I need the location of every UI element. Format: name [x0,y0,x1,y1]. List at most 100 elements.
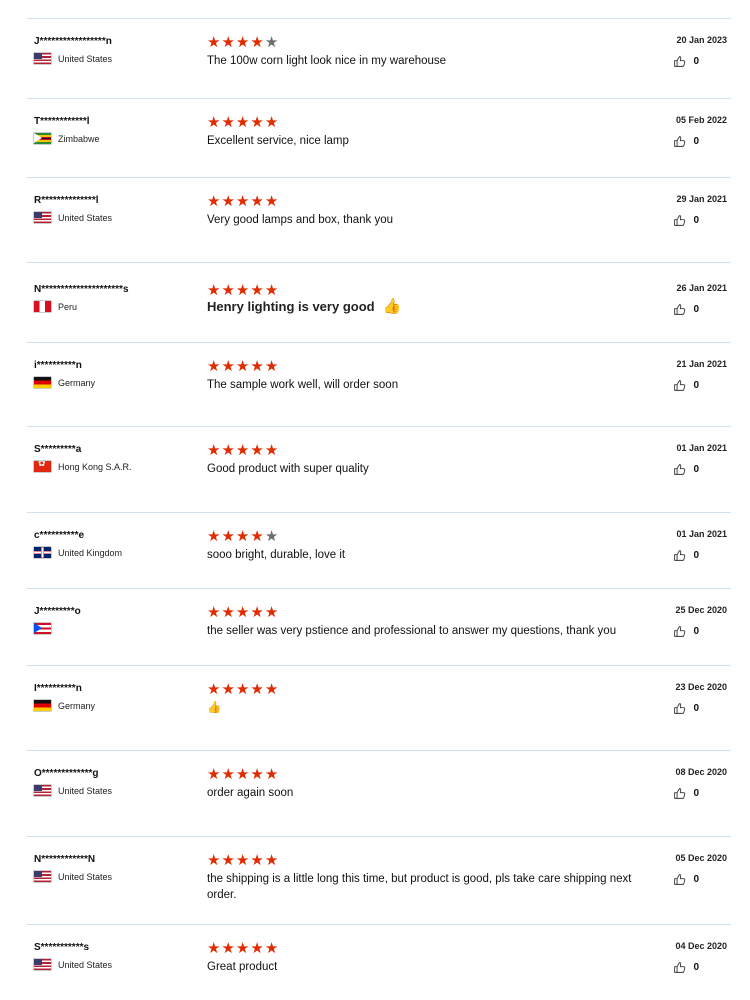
review-comment-text: 👍 [207,702,222,714]
thumbs-up-outline-icon[interactable] [673,873,686,886]
thumbs-up-outline-icon[interactable] [673,961,686,974]
reviewer-name: S***********s [34,942,90,953]
reviewer-name: O*************g [34,768,99,779]
star-filled-icon: ★ [235,604,250,621]
review-comment: order again soon [207,785,647,801]
review-comment-text: the shipping is a little long this time,… [207,873,632,901]
star-filled-icon: ★ [207,681,221,698]
star-filled-icon: ★ [221,442,235,459]
reviewer-country: United Kingdom [34,547,122,558]
thumbs-up-outline-icon[interactable] [673,787,686,800]
star-rating: ★ ★ ★ ★ ★ [207,193,279,210]
like-button[interactable]: 0 [673,961,699,974]
star-rating: ★ ★ ★ ★ ★ [207,940,278,957]
like-button[interactable]: 0 [673,135,699,148]
star-filled-icon: ★ [221,34,235,51]
thumbs-up-outline-icon[interactable] [673,702,686,715]
like-button[interactable]: 0 [673,787,699,800]
review-date: 01 Jan 2021 [676,443,727,453]
review-item: J*********o ★ ★ ★ ★ ★ the seller was very ps… [27,588,731,665]
star-filled-icon: ★ [250,852,264,869]
review-date: 20 Jan 2023 [676,35,727,45]
country-name: United States [58,959,113,970]
like-button[interactable]: 0 [673,873,699,886]
like-count: 0 [693,874,699,885]
star-filled-icon: ★ [264,282,279,299]
like-count: 0 [693,380,699,391]
star-filled-icon: ★ [207,442,221,459]
star-rating: ★ ★ ★ ★ ★ [207,358,279,375]
star-filled-icon: ★ [250,940,264,957]
like-button[interactable]: 0 [673,702,699,715]
review-date: 04 Dec 2020 [675,941,727,951]
review-comment: The 100w corn light look nice in my ware… [207,53,647,69]
star-filled-icon: ★ [221,604,235,621]
star-filled-icon: ★ [235,852,250,869]
review-comment: the seller was very pstience and profess… [207,623,647,639]
reviewer-name: S*********a [34,444,82,455]
thumbs-up-outline-icon[interactable] [673,625,686,638]
star-rating: ★ ★ ★ ★ ★ [207,528,279,545]
reviewer-country: Hong Kong S.A.R. [34,461,132,472]
country-name: United States [58,785,113,796]
star-filled-icon: ★ [250,358,264,375]
star-empty-icon: ★ [264,528,279,545]
star-filled-icon: ★ [250,193,264,210]
reviewer-name: i**********n [34,360,82,371]
country-name: United States [58,53,113,64]
reviewer-country [34,623,58,634]
star-filled-icon: ★ [250,34,264,51]
reviewer-name: J*****************n [34,36,112,47]
star-filled-icon: ★ [264,193,279,210]
review-item: c**********e United Kingdom ★ ★ ★ ★ ★ sooo b… [27,512,731,588]
thumbs-up-outline-icon[interactable] [673,303,686,316]
country-flag-icon [34,700,51,711]
thumbs-up-outline-icon[interactable] [673,214,686,227]
thumbs-up-outline-icon[interactable] [673,549,686,562]
reviewer-country: United States [34,212,112,223]
review-comment: 👍 [207,700,647,716]
reviewer-name: R**************l [34,195,99,206]
country-name: Germany [58,377,96,388]
star-filled-icon: ★ [207,940,221,957]
like-button[interactable]: 0 [673,625,699,638]
star-filled-icon: ★ [235,766,250,783]
like-button[interactable]: 0 [673,549,699,562]
thumbs-up-outline-icon[interactable] [673,135,686,148]
star-filled-icon: ★ [221,852,235,869]
star-filled-icon: ★ [235,282,250,299]
review-comment-text: Great product [207,961,278,973]
star-filled-icon: ★ [235,528,250,545]
star-filled-icon: ★ [221,193,235,210]
reviewer-country: Peru [34,301,77,312]
reviewer-name: c**********e [34,530,85,541]
like-button[interactable]: 0 [673,55,699,68]
country-flag-icon [34,785,51,796]
like-count: 0 [693,962,699,973]
like-button[interactable]: 0 [673,379,699,392]
review-item: R**************l United States ★ ★ ★ ★ ★ Ver… [27,177,731,262]
reviewer-name: N************N [34,854,96,865]
star-filled-icon: ★ [221,766,235,783]
review-item: O*************g United States ★ ★ ★ ★ ★ orde… [27,750,731,836]
country-flag-icon [34,547,51,558]
review-item: S***********s United States ★ ★ ★ ★ ★ Great … [27,924,731,1000]
review-date: 23 Dec 2020 [675,682,727,692]
star-filled-icon: ★ [250,442,264,459]
reviewer-country: United States [34,959,112,970]
like-button[interactable]: 0 [673,214,699,227]
review-item: I**********n Germany ★ ★ ★ ★ ★ 👍 23 Dec 2020… [27,665,731,750]
thumbs-up-outline-icon[interactable] [673,379,686,392]
review-comment: Henry lighting is very good 👍 [207,299,647,315]
star-filled-icon: ★ [207,34,221,51]
review-date: 08 Dec 2020 [675,767,727,777]
thumbs-up-outline-icon[interactable] [673,463,686,476]
thumbs-up-emoji-icon: 👍 [382,298,402,315]
country-flag-icon [34,301,51,312]
thumbs-up-outline-icon[interactable] [673,55,686,68]
country-flag-icon [34,377,51,388]
like-button[interactable]: 0 [673,463,699,476]
like-button[interactable]: 0 [673,303,699,316]
star-filled-icon: ★ [250,604,264,621]
star-filled-icon: ★ [264,358,279,375]
